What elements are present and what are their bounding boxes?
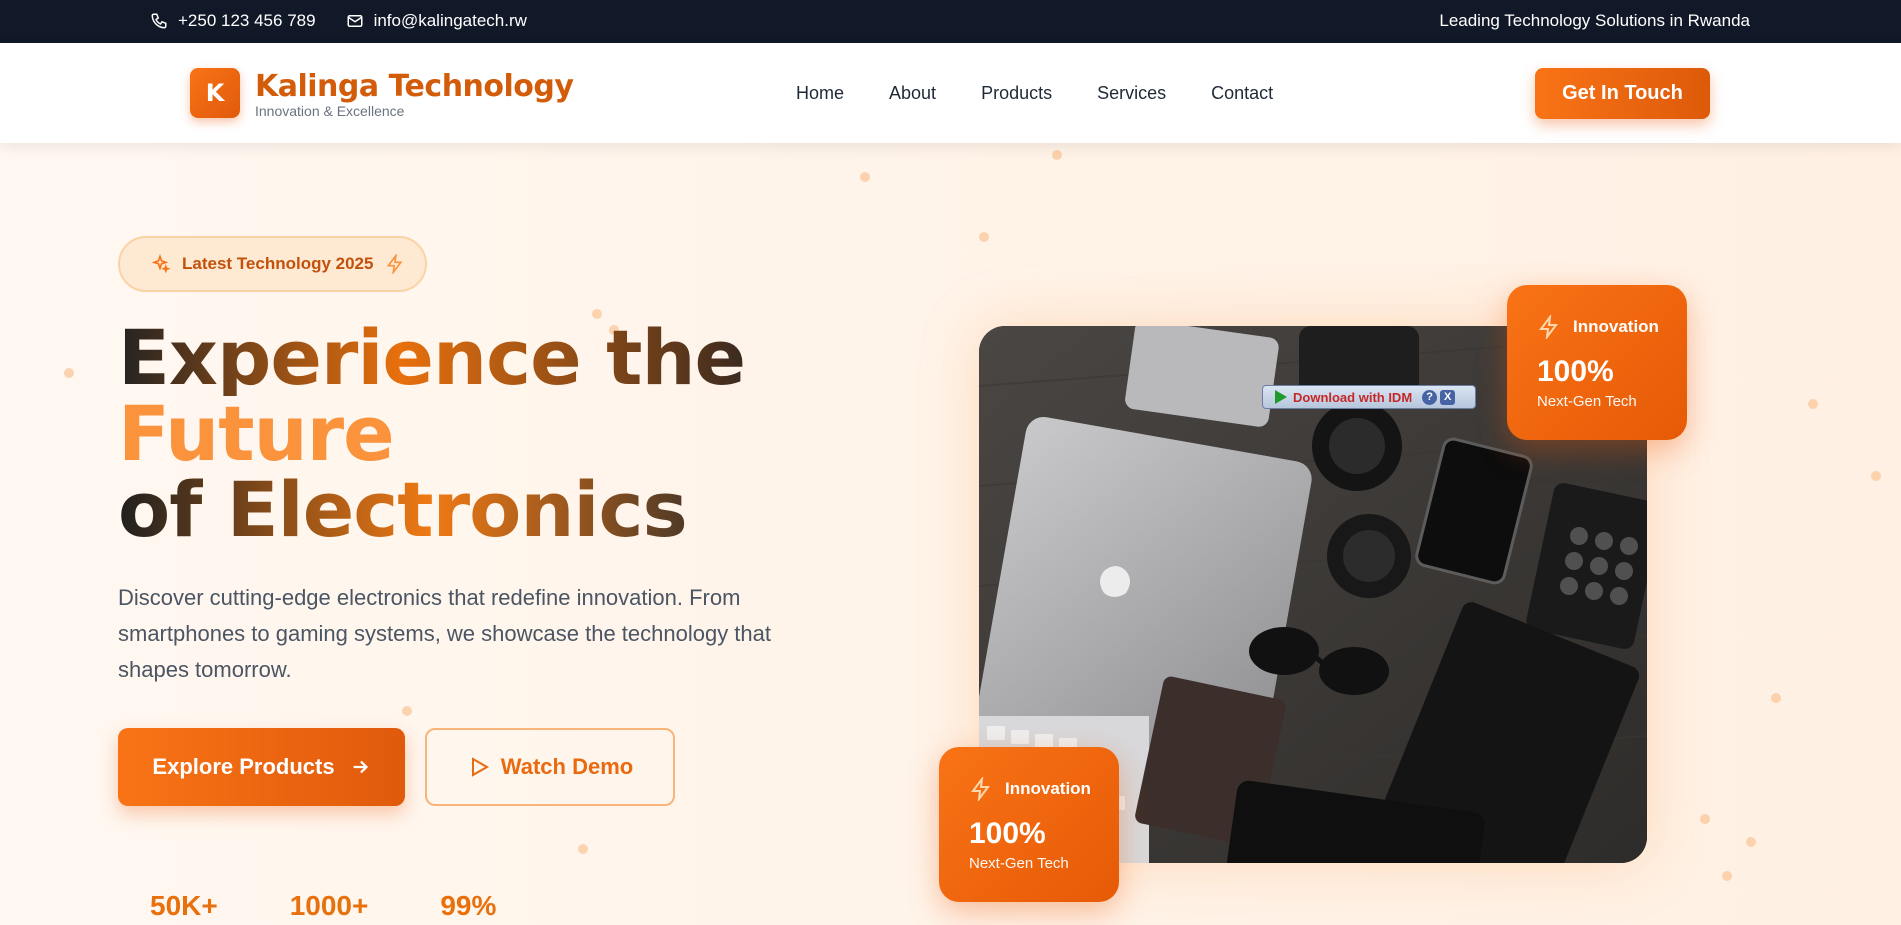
get-in-touch-button[interactable]: Get In Touch [1535, 68, 1710, 119]
hero-stats: 50K+ 1000+ 99% [150, 890, 568, 922]
nav-about[interactable]: About [889, 83, 936, 104]
decor-dot [1771, 693, 1781, 703]
sparkles-icon [151, 254, 170, 274]
top-bar: +250 123 456 789 info@kalingatech.rw Lea… [0, 0, 1901, 43]
card-title: Innovation [1573, 317, 1659, 336]
idm-download-overlay[interactable]: Download with IDM ? X [1262, 385, 1476, 409]
card-header: Innovation [969, 777, 1091, 801]
stat-customers: 50K+ [150, 890, 218, 921]
explore-products-button[interactable]: Explore Products [118, 728, 405, 806]
stat-products: 1000+ [289, 890, 369, 921]
idm-play-icon [1275, 390, 1287, 404]
site-header: K Kalinga Technology Innovation & Excell… [0, 43, 1901, 143]
lightning-icon [1539, 315, 1558, 339]
idm-download-label: Download with IDM [1293, 389, 1413, 405]
main-nav: Home About Products Services Contact [796, 83, 1318, 104]
nav-contact[interactable]: Contact [1211, 83, 1273, 104]
brand-name[interactable]: Kalinga Technology [255, 69, 574, 104]
mail-icon [347, 15, 363, 27]
lightning-icon [387, 254, 403, 274]
brand-tagline: Innovation & Excellence [255, 103, 405, 119]
card-title: Innovation [1005, 779, 1091, 798]
phone-text: +250 123 456 789 [178, 11, 316, 30]
nav-home[interactable]: Home [796, 83, 844, 104]
card-header: Innovation [1537, 315, 1659, 339]
watch-demo-label: Watch Demo [500, 754, 634, 779]
latest-tech-badge: Latest Technology 2025 [118, 236, 427, 292]
decor-dot [64, 368, 74, 378]
hero-headline: Experience the Future of Electronics [118, 313, 746, 548]
hero-description: Discover cutting-edge electronics that r… [118, 585, 772, 682]
idm-close-icon[interactable]: X [1440, 389, 1456, 405]
explore-products-label: Explore Products [152, 754, 335, 779]
decor-dot [1746, 837, 1756, 847]
decor-dot [860, 172, 870, 182]
lightning-icon [971, 777, 990, 801]
play-icon [471, 757, 489, 777]
nav-services[interactable]: Services [1097, 83, 1166, 104]
decor-dot [578, 844, 588, 854]
decor-dot [1722, 871, 1732, 881]
card-value: 100% [1537, 355, 1614, 388]
decor-dot [979, 232, 989, 242]
arrow-right-icon [353, 760, 368, 774]
decor-dot [1052, 150, 1062, 160]
headline-line-1: Experience the [118, 313, 746, 402]
top-contact: +250 123 456 789 info@kalingatech.rw [150, 11, 557, 31]
decor-dot [1808, 399, 1818, 409]
nav-products[interactable]: Products [981, 83, 1052, 104]
headline-line-2: Future [118, 389, 395, 478]
decor-dot [1871, 471, 1881, 481]
innovation-card-bottom: Innovation 100% Next-Gen Tech [939, 747, 1119, 902]
logo-mark[interactable]: K [190, 68, 240, 118]
card-subtitle: Next-Gen Tech [1537, 393, 1637, 410]
watch-demo-button[interactable]: Watch Demo [425, 728, 675, 806]
top-tagline: Leading Technology Solutions in Rwanda [1439, 11, 1750, 30]
phone-link[interactable]: +250 123 456 789 [150, 11, 316, 31]
email-link[interactable]: info@kalingatech.rw [346, 11, 527, 31]
stat-satisfaction: 99% [440, 890, 497, 921]
idm-help-icon[interactable]: ? [1422, 389, 1438, 405]
email-text: info@kalingatech.rw [373, 11, 527, 30]
card-value: 100% [969, 817, 1046, 850]
card-subtitle: Next-Gen Tech [969, 855, 1069, 872]
decor-dot [402, 706, 412, 716]
badge-label: Latest Technology 2025 [182, 254, 374, 273]
decor-dot [1700, 814, 1710, 824]
phone-icon [151, 13, 167, 29]
headline-line-3: of Electronics [118, 472, 745, 548]
innovation-card-top: Innovation 100% Next-Gen Tech [1507, 285, 1687, 440]
